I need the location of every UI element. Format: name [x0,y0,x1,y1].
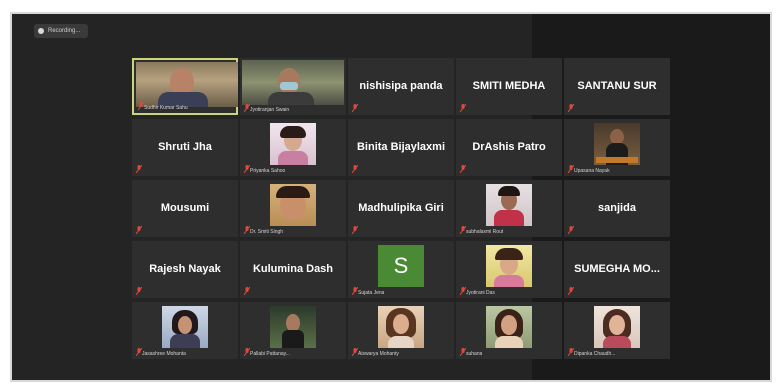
participant-name: Rajesh Nayak [149,262,221,275]
participant-label: Jyotiranjan Swain [250,107,290,113]
participant-tile[interactable]: DrAshis Patro [456,119,562,176]
participant-name: nishisipa panda [359,79,443,92]
participant-tile[interactable]: Upasana Nayak [564,119,670,176]
participant-name: sanjida [598,201,636,214]
participant-video [136,62,238,107]
recording-label: Recording... [48,28,81,34]
participant-tile[interactable]: Priyanka Sahoo [240,119,346,176]
profile-photo [594,306,640,348]
participant-tile[interactable]: SMITI MEDHA [456,58,562,115]
profile-photo [270,184,316,226]
participant-label: suhana [466,351,483,357]
participant-label: subhalaxmi Rout [466,229,504,235]
participant-video [242,60,344,105]
mic-muted-icon [568,104,574,112]
participant-label: Sujata Jena [358,290,385,296]
participant-name: DrAshis Patro [472,140,546,153]
participant-name: Shruti Jha [158,140,212,153]
participant-tile[interactable]: Dr. Smiti Singh [240,180,346,237]
profile-photo [486,184,532,226]
participant-label: Dr. Smiti Singh [250,229,284,235]
participant-label: Sudhir Kumar Sahu [144,105,188,111]
participant-label: Jyotirani Das [466,290,495,296]
participant-tile[interactable]: Rajesh Nayak [132,241,238,298]
participant-tile[interactable]: Jyotirani Das [456,241,562,298]
participant-tile[interactable]: Pallabi Pattanay... [240,302,346,359]
participant-tile[interactable]: Jasashree Mohanta [132,302,238,359]
mic-muted-icon [568,226,574,234]
mic-muted-icon [352,165,358,173]
participant-tile[interactable]: Kulumina Dash [240,241,346,298]
participant-label: Dipanka Chaudh... [574,351,616,357]
participant-tile[interactable]: Madhulipika Giri [348,180,454,237]
participant-tile[interactable]: Jyotiranjan Swain [240,58,346,115]
participant-label: Priyanka Sahoo [250,168,286,174]
participant-label: Upasana Nayak [574,168,610,174]
profile-photo [594,123,640,165]
initial-avatar: S [378,245,424,287]
profile-photo [270,123,316,165]
mic-muted-icon [352,226,358,234]
recording-icon [38,28,44,34]
participant-tile[interactable]: suhana [456,302,562,359]
participant-tile[interactable]: SANTANU SUR [564,58,670,115]
mic-muted-icon [460,165,466,173]
participant-name: Kulumina Dash [252,262,334,275]
profile-photo [486,306,532,348]
participant-name: SMITI MEDHA [472,79,546,92]
participant-name: Madhulipika Giri [358,201,444,214]
participant-tile[interactable]: subhalaxmi Rout [456,180,562,237]
mic-muted-icon [568,287,574,295]
mic-muted-icon [136,287,142,295]
mic-muted-icon [136,226,142,234]
profile-photo [486,245,532,287]
participant-tile[interactable]: Sudhir Kumar Sahu [132,58,238,115]
participant-name: SUMEGHA MO... [574,262,660,275]
meeting-window: Recording... Sudhir Kumar Sahu Jyotiranj… [10,12,772,382]
participant-tile[interactable]: Shruti Jha [132,119,238,176]
participant-tile[interactable]: Mousumi [132,180,238,237]
participant-label: Aiswarya Mohanty [358,351,399,357]
mic-muted-icon [460,104,466,112]
mic-muted-icon [352,104,358,112]
mic-muted-icon [136,165,142,173]
participant-tile[interactable]: nishisipa panda [348,58,454,115]
mic-muted-icon [244,287,250,295]
participant-tile[interactable]: Dipanka Chaudh... [564,302,670,359]
recording-indicator[interactable]: Recording... [34,24,89,38]
participant-label: Jasashree Mohanta [142,351,186,357]
participant-tile[interactable]: Aiswarya Mohanty [348,302,454,359]
profile-photo [378,306,424,348]
participant-label: Pallabi Pattanay... [250,351,290,357]
participant-tile[interactable]: SUMEGHA MO... [564,241,670,298]
participant-name: Binita Bijaylaxmi [356,140,446,153]
profile-photo [270,306,316,348]
participant-tile[interactable]: sanjida [564,180,670,237]
participant-name: Mousumi [160,201,210,214]
participant-tile[interactable]: S Sujata Jena [348,241,454,298]
profile-photo [162,306,208,348]
participant-name: SANTANU SUR [577,79,657,92]
participant-tile[interactable]: Binita Bijaylaxmi [348,119,454,176]
